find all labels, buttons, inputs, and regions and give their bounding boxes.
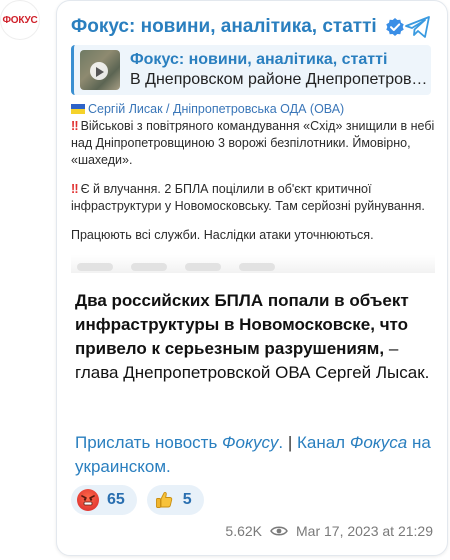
- eye-icon: [270, 526, 288, 536]
- screenshot-author: Сергій Лисак / Дніпропетровська ОДА (ОВА…: [88, 102, 345, 116]
- reply-video-thumbnail: [80, 50, 120, 90]
- channel-title[interactable]: Фокус: новини, аналітика, статті: [71, 16, 377, 38]
- screenshot-text: Працюють всі служби. Наслідки атаки уточ…: [71, 228, 374, 242]
- channel-avatar[interactable]: ФОКУС: [0, 0, 40, 40]
- reaction-angry[interactable]: 65: [71, 485, 137, 515]
- ukraine-flag-icon: [71, 104, 85, 114]
- reaction-count: 65: [107, 491, 125, 508]
- screenshot-text: Є й влучання. 2 БПЛА поцілили в об'єкт к…: [80, 182, 372, 196]
- angry-face-icon: [77, 489, 99, 511]
- post-text: Два российских БПЛА попали в объект инфр…: [75, 289, 435, 385]
- message-card: Фокус: новини, аналітика, статті Фокус: …: [56, 0, 448, 556]
- exclamation-icon: ‼: [71, 119, 79, 133]
- screenshot-cropped-reactions: [77, 263, 275, 271]
- send-news-link[interactable]: Прислать новость Фокусу.: [75, 433, 283, 452]
- screenshot-text: Військові з повітряного командування «Сх…: [80, 119, 435, 133]
- exclamation-icon: ‼: [71, 182, 79, 196]
- screenshot-text: інфраструктури у Новомосковську. Там сер…: [71, 199, 425, 213]
- link-separator: |: [283, 433, 297, 452]
- thumbs-up-icon: [153, 489, 175, 511]
- post-date: Mar 17, 2023 at 21:29: [296, 523, 433, 539]
- message-header: Фокус: новини, аналітика, статті: [71, 13, 433, 41]
- post-links: Прислать новость Фокусу. | Канал Фокуса …: [75, 431, 435, 479]
- screenshot-text: «шахеди».: [71, 153, 133, 167]
- reaction-count: 5: [182, 491, 192, 508]
- telegram-icon[interactable]: [405, 15, 431, 39]
- screenshot-text: над Дніпропетровщиною 3 ворожі безпілотн…: [71, 136, 411, 150]
- avatar-logo-text: ФОКУС: [2, 14, 38, 26]
- message-meta: 5.62K Mar 17, 2023 at 21:29: [225, 523, 433, 539]
- reply-title: Фокус: новини, аналітика, статті: [130, 51, 388, 68]
- reply-text: В Днепровском районе Днепропетровской об…: [130, 71, 430, 88]
- reactions-bar: 65 5: [71, 485, 204, 515]
- embedded-screenshot-image[interactable]: Сергій Лисак / Дніпропетровська ОДА (ОВА…: [71, 101, 435, 273]
- reply-preview[interactable]: Фокус: новини, аналітика, статті В Днепр…: [71, 45, 431, 95]
- verified-badge-icon: [385, 18, 404, 36]
- view-count: 5.62K: [225, 523, 262, 539]
- reaction-thumbs-up[interactable]: 5: [146, 485, 204, 515]
- post-headline: Два российских БПЛА попали в объект инфр…: [75, 291, 409, 358]
